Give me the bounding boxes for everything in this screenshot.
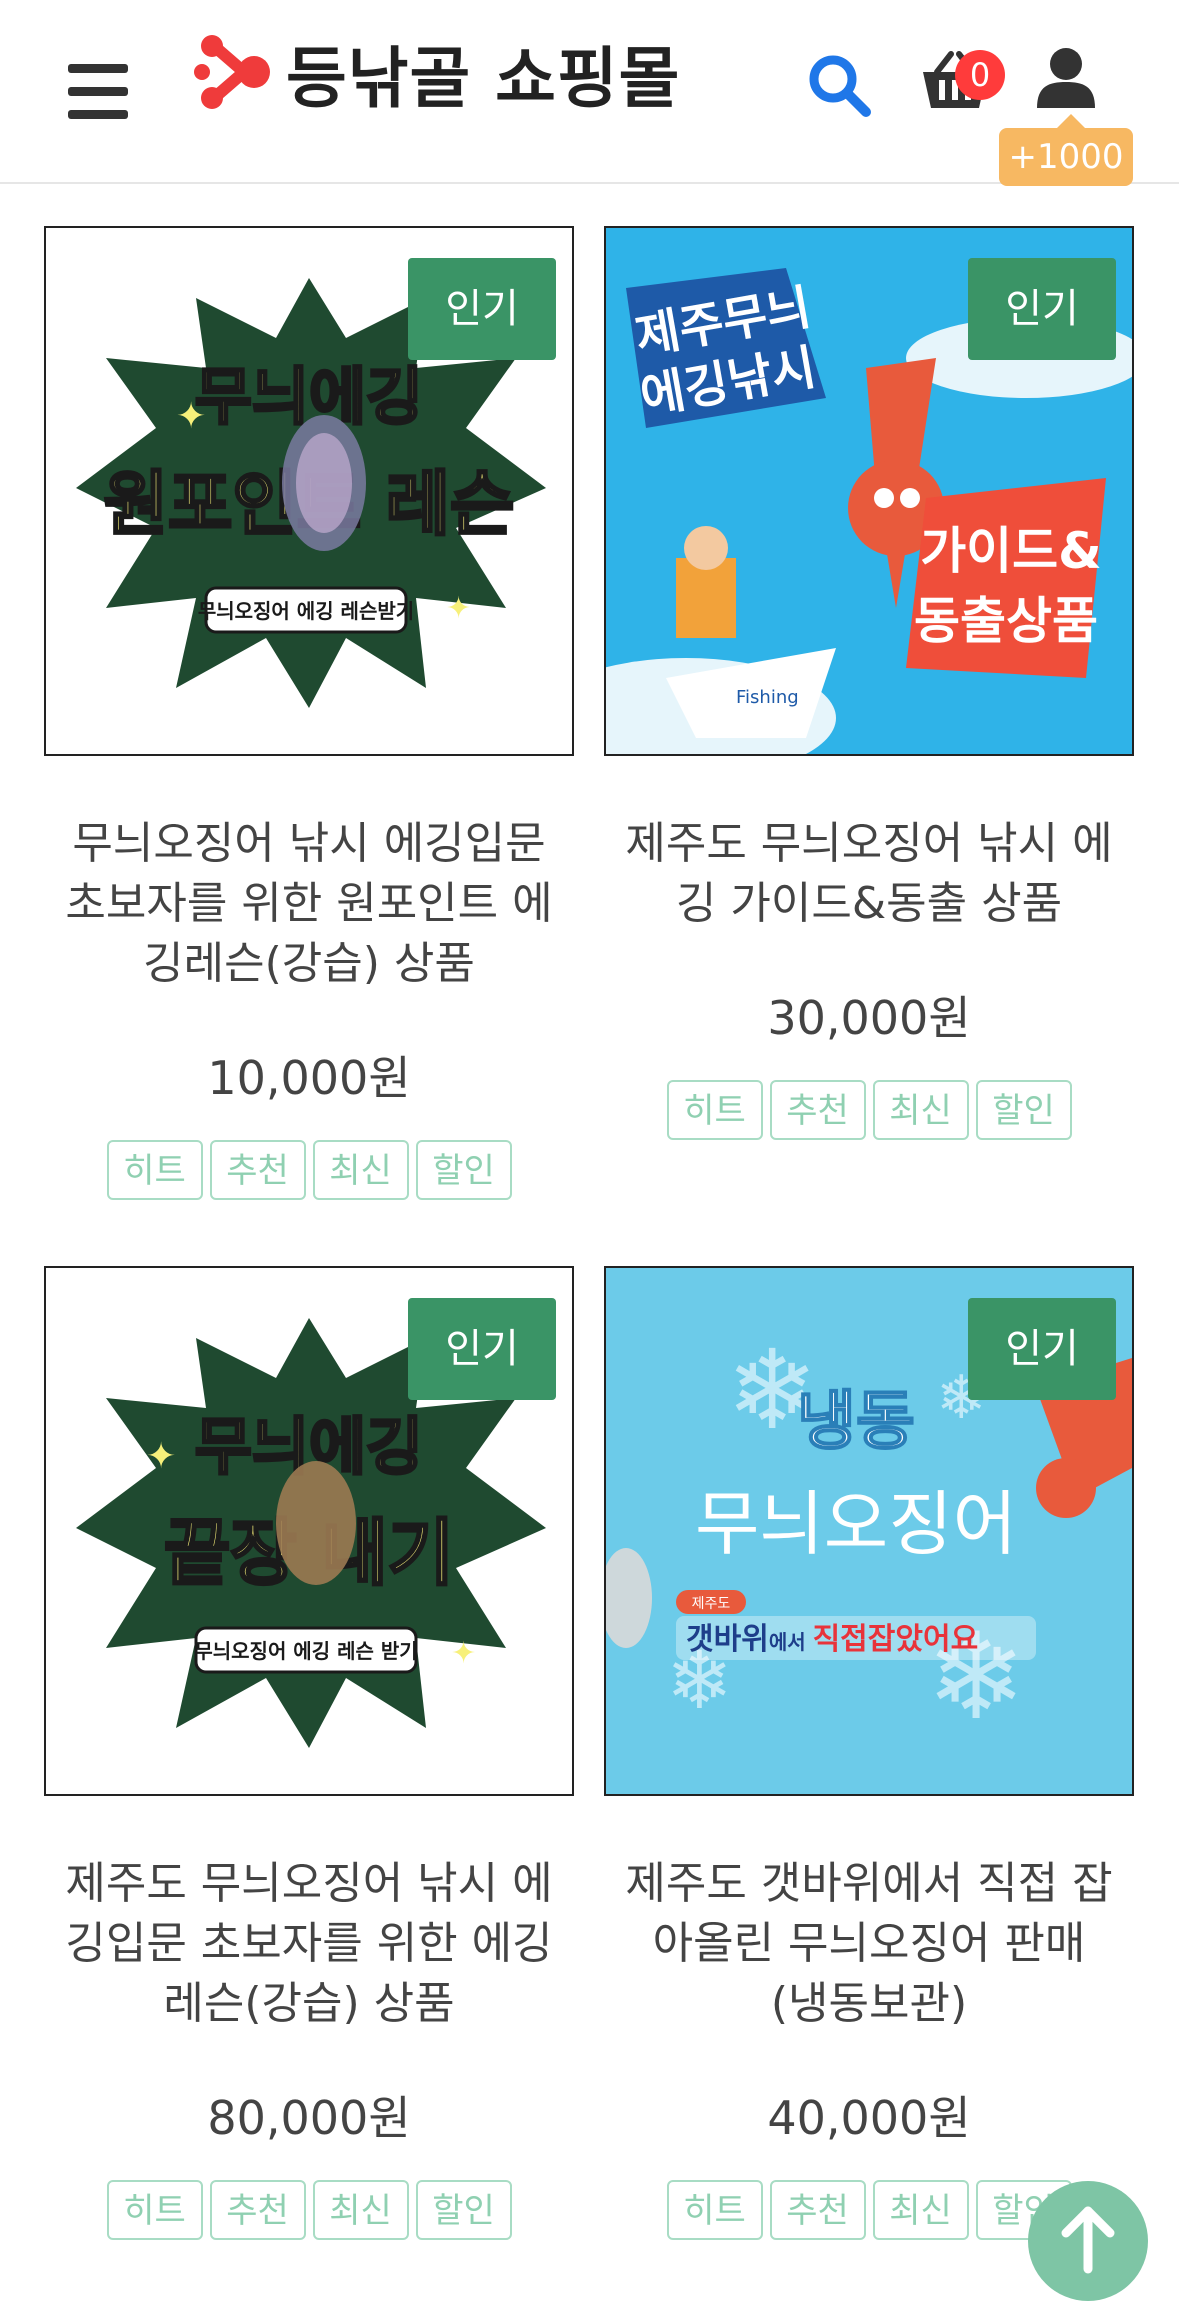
tag-hit: 히트 (106, 1140, 203, 1200)
product-image[interactable]: 무늬에깅 원포인트 레슨 무늬오징어 에깅 레슨받기 ✦ ✦ 인기 (44, 226, 574, 756)
product-price: 80,000원 (207, 2091, 411, 2145)
tag-recommend: 추천 (209, 1140, 306, 1200)
top-header: 등낚골 쇼핑몰 0 +1000 (0, 0, 1179, 186)
product-price: 40,000원 (767, 2091, 971, 2145)
arrow-up-icon (1061, 2206, 1115, 2274)
svg-text:✦: ✦ (446, 591, 471, 626)
tag-recommend: 추천 (769, 1080, 866, 1140)
tag-new: 최신 (312, 1140, 409, 1200)
product-price: 10,000원 (207, 1051, 411, 1105)
product-tags: 히트 추천 최신 할인 (44, 2180, 574, 2240)
popular-badge: 인기 (408, 1298, 556, 1400)
tag-recommend: 추천 (769, 2180, 866, 2240)
svg-text:Fishing: Fishing (736, 687, 799, 708)
site-logo[interactable]: 등낚골 쇼핑몰 (194, 28, 680, 118)
product-card[interactable]: 무늬에깅 원포인트 레슨 무늬오징어 에깅 레슨받기 ✦ ✦ 인기 무늬오징어 … (44, 226, 574, 1226)
scroll-top-button[interactable] (1028, 2181, 1148, 2301)
svg-text:무늬오징어 에깅 레슨 받기: 무늬오징어 에깅 레슨 받기 (194, 1639, 417, 1663)
product-card[interactable]: 제주무늬 에깅낚시 가이드& 동출상품 Fishing 인기 제주도 무늬오징어… (604, 226, 1134, 1226)
svg-text:갯바위에서 직접잡았어요: 갯바위에서 직접잡았어요 (686, 1622, 978, 1657)
tag-hit: 히트 (106, 2180, 203, 2240)
logo-mark-icon (194, 35, 270, 109)
tag-sale: 할인 (415, 2180, 512, 2240)
product-image[interactable]: ❄ ❄ ❄ ❄ 냉동 무늬오징어 제주도 갯바위에서 직접잡았어요 인기 (604, 1266, 1134, 1796)
svg-text:✦: ✦ (146, 1436, 176, 1477)
tag-hit: 히트 (666, 2180, 763, 2240)
logo-text: 등낚골 쇼핑몰 (286, 40, 681, 117)
svg-text:냉동: 냉동 (797, 1385, 915, 1459)
menu-icon[interactable] (68, 64, 128, 120)
product-title[interactable]: 제주도 무늬오징어 낚시 에 깅입문 초보자를 위한 에깅 레슨(강습) 상품 (44, 1854, 574, 2034)
tag-sale: 할인 (415, 1140, 512, 1200)
product-card[interactable]: ❄ ❄ ❄ ❄ 냉동 무늬오징어 제주도 갯바위에서 직접잡았어요 인기 제주도… (604, 1266, 1134, 2266)
product-image[interactable]: 제주무늬 에깅낚시 가이드& 동출상품 Fishing 인기 (604, 226, 1134, 756)
tag-new: 최신 (872, 1080, 969, 1140)
svg-text:무늬오징어 에깅 레슨받기: 무늬오징어 에깅 레슨받기 (198, 599, 414, 623)
tag-new: 최신 (312, 2180, 409, 2240)
cart-count-badge: 0 (955, 50, 1005, 100)
search-icon[interactable] (806, 52, 872, 118)
product-title[interactable]: 제주도 무늬오징어 낚시 에 깅 가이드&동출 상품 (604, 814, 1134, 934)
tag-hit: 히트 (666, 1080, 763, 1140)
tag-recommend: 추천 (209, 2180, 306, 2240)
svg-text:동출상품: 동출상품 (914, 592, 1098, 650)
product-tags: 히트 추천 최신 할인 (604, 1080, 1134, 1140)
product-image[interactable]: 무늬에깅 끝장 내기 무늬오징어 에깅 레슨 받기 ✦ ✦ 인기 (44, 1266, 574, 1796)
popular-badge: 인기 (968, 1298, 1116, 1400)
svg-text:제주도: 제주도 (692, 1596, 731, 1612)
points-badge: +1000 (999, 114, 1133, 186)
product-card[interactable]: 무늬에깅 끝장 내기 무늬오징어 에깅 레슨 받기 ✦ ✦ 인기 제주도 무늬오… (44, 1266, 574, 2266)
svg-text:가이드&: 가이드& (920, 522, 1102, 580)
svg-text:✦: ✦ (451, 1636, 476, 1671)
svg-text:무늬오징어: 무늬오징어 (695, 1483, 1017, 1565)
tag-new: 최신 (872, 2180, 969, 2240)
product-price: 30,000원 (767, 991, 971, 1045)
tag-sale: 할인 (975, 1080, 1072, 1140)
popular-badge: 인기 (968, 258, 1116, 360)
product-title[interactable]: 제주도 갯바위에서 직접 잡 아올린 무늬오징어 판매 (냉동보관) (604, 1854, 1134, 2034)
product-tags: 히트 추천 최신 할인 (44, 1140, 574, 1200)
product-title[interactable]: 무늬오징어 낚시 에깅입문 초보자를 위한 원포인트 에 깅레슨(강습) 상품 (44, 814, 574, 994)
svg-text:✦: ✦ (176, 396, 206, 437)
user-icon[interactable] (1035, 46, 1097, 110)
popular-badge: 인기 (408, 258, 556, 360)
